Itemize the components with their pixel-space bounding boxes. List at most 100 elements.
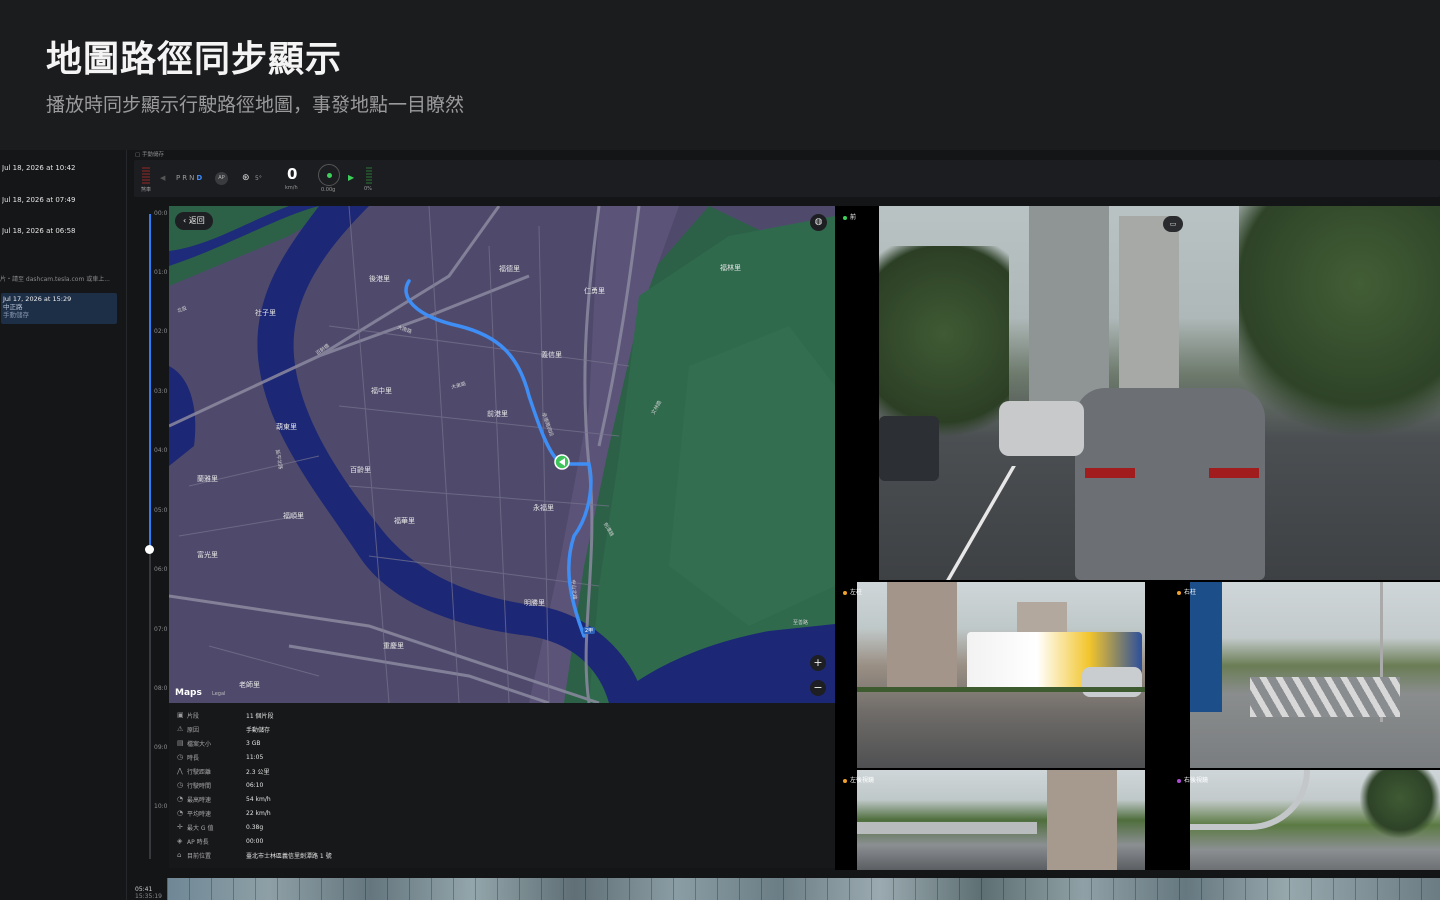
info-row: ◈ AP 時長 00:00 bbox=[177, 834, 263, 848]
map-place-label: 福林里 bbox=[720, 264, 741, 272]
building bbox=[887, 582, 957, 692]
right-pillar-text: 右柱 bbox=[1184, 589, 1197, 596]
event-sidebar: Jul 18, 2026 at 10:42 Jul 18, 2026 at 07… bbox=[0, 150, 127, 900]
tail-light bbox=[1085, 468, 1135, 478]
info-row: ◔ 最高時速 54 km/h bbox=[177, 792, 271, 806]
info-value: 3 GB bbox=[246, 739, 261, 747]
info-key: 時長 bbox=[187, 754, 200, 762]
sidebar-item-event[interactable]: Jul 18, 2026 at 06:58 bbox=[2, 227, 120, 235]
sidebar-item-active[interactable]: Jul 17, 2026 at 15:29 中正路 手動儲存 bbox=[1, 293, 117, 324]
back-button[interactable]: ‹ 返回 bbox=[175, 212, 213, 230]
info-value: 54 km/h bbox=[246, 795, 271, 803]
timeline-scrubber[interactable]: 00:0 01:0 02:0 03:0 04:0 05:0 06:0 07:0 … bbox=[130, 206, 170, 866]
info-row: ◷ 行駛時間 06:10 bbox=[177, 778, 263, 792]
right-repeater-camera-view[interactable] bbox=[1190, 770, 1440, 870]
zoom-in-button[interactable]: + bbox=[810, 655, 826, 671]
screen-icon[interactable]: ▭ bbox=[1163, 216, 1183, 232]
maps-logo-text: Maps bbox=[175, 688, 202, 698]
info-value: 手動儲存 bbox=[246, 726, 271, 734]
info-value: 0.38g bbox=[246, 823, 264, 831]
status-dot bbox=[1177, 590, 1181, 595]
info-value: 00:00 bbox=[246, 837, 264, 845]
tree bbox=[1360, 770, 1440, 840]
ap-icon: ◈ bbox=[177, 837, 183, 845]
timeline-tick: 05:0 bbox=[154, 507, 168, 514]
info-key: 原因 bbox=[187, 726, 200, 734]
thumbnail-filmstrip[interactable] bbox=[167, 878, 1440, 900]
right-pillar-camera-view[interactable] bbox=[1190, 582, 1440, 768]
right-repeater-label: 右後視鏡 bbox=[1177, 775, 1208, 784]
zoom-out-button[interactable]: − bbox=[810, 680, 826, 696]
sidebar-hint: 片・請至 dashcam.tesla.com 或車上... bbox=[0, 276, 110, 283]
info-key: 片段 bbox=[187, 712, 200, 720]
sign-pillar bbox=[1190, 582, 1222, 712]
event-info-panel: ▣ 片段 11 個片段 ⚠ 原因 手動儲存 ▤ 檔案大小 3 GB ◷ 時長 11:05 ⋀ 行駛… bbox=[169, 703, 835, 868]
sidebar-item-event[interactable]: Jul 18, 2026 at 07:49 bbox=[2, 196, 120, 204]
timeline-progress bbox=[149, 214, 151, 550]
info-key: 最大 G 值 bbox=[187, 824, 214, 832]
info-value: 11:05 bbox=[246, 753, 264, 761]
gforce-icon: ✛ bbox=[177, 823, 183, 831]
info-key: 目前位置 bbox=[187, 852, 212, 860]
legal-link[interactable]: Legal bbox=[212, 691, 225, 697]
map-place-label: 明勝里 bbox=[524, 599, 545, 607]
car-ahead bbox=[1075, 388, 1265, 580]
status-dot bbox=[1177, 778, 1181, 783]
route-map[interactable]: 福德里 福林里 後港里 仁勇里 社子里 義信里 福中里 前港里 葫東里 百齡里 … bbox=[169, 206, 835, 703]
app-window: Jul 18, 2026 at 10:42 Jul 18, 2026 at 07… bbox=[0, 150, 1440, 900]
sidebar-item-event[interactable]: Jul 18, 2026 at 10:42 bbox=[2, 164, 120, 172]
timeline-handle[interactable] bbox=[145, 545, 154, 555]
map-street-label: 至善路 bbox=[793, 620, 809, 626]
hero-title: 地圖路徑同步顯示 bbox=[46, 39, 343, 80]
active-event-date: Jul 17, 2026 at 15:29 bbox=[3, 295, 72, 303]
right-turn-signal-icon: ▶ bbox=[348, 173, 355, 182]
info-row: ⌂ 目前位置 臺北市士林區義信里劍潭路 1 號 bbox=[177, 848, 332, 862]
left-repeater-camera-view[interactable] bbox=[857, 770, 1145, 870]
road-shield: 2甲 bbox=[583, 627, 596, 634]
map-place-label: 百齡里 bbox=[350, 466, 371, 474]
steering-angle: 5° bbox=[255, 175, 262, 182]
map-place-label: 福德里 bbox=[499, 265, 520, 273]
hero-subtitle: 播放時同步顯示行駛路徑地圖，事發地點一目瞭然 bbox=[46, 94, 465, 116]
active-event-location: 中正路 bbox=[3, 303, 23, 311]
map-place-label: 福中里 bbox=[371, 387, 392, 395]
white-car bbox=[999, 401, 1084, 456]
timeline-tick: 10:0 bbox=[154, 803, 168, 810]
front-camera-view[interactable] bbox=[879, 206, 1440, 580]
status-dot bbox=[843, 590, 847, 595]
building bbox=[1029, 206, 1109, 406]
left-pillar-camera-view[interactable] bbox=[857, 582, 1145, 768]
gear-selector: PRND bbox=[176, 174, 204, 182]
speed-unit: km/h bbox=[285, 185, 298, 191]
timeline-tick: 09:0 bbox=[154, 744, 168, 751]
info-key: 檔案大小 bbox=[187, 740, 212, 748]
white-car bbox=[1082, 667, 1142, 697]
map-place-label: 後港里 bbox=[369, 275, 390, 283]
map-place-label: 福順里 bbox=[283, 512, 304, 520]
map-place-label: 社子里 bbox=[255, 309, 276, 317]
map-place-label: 福華里 bbox=[394, 517, 415, 525]
clock-time: 15:35:19 bbox=[135, 893, 162, 900]
info-value: 臺北市士林區義信里劍潭路 1 號 bbox=[246, 852, 332, 860]
info-value: 22 km/h bbox=[246, 809, 271, 817]
right-pillar-label: 右柱 bbox=[1177, 587, 1196, 596]
elapsed-time: 05:41 bbox=[135, 886, 153, 893]
crosswalk bbox=[1250, 677, 1400, 717]
map-place-label: 仁勇里 bbox=[584, 287, 605, 295]
map-place-label: 老師里 bbox=[239, 681, 260, 689]
timeline-tick: 07:0 bbox=[154, 626, 168, 633]
steering-wheel-icon: ⊛ bbox=[242, 173, 250, 183]
info-key: 行駛距離 bbox=[187, 768, 212, 776]
clips-icon: ▣ bbox=[177, 711, 184, 719]
timeline-tick: 01:0 bbox=[154, 269, 168, 276]
brake-label: 煞車 bbox=[141, 187, 152, 193]
event-type-text: 手動儲存 bbox=[141, 152, 164, 158]
tail-light bbox=[1209, 468, 1259, 478]
speed-value: 0 bbox=[287, 165, 298, 183]
distance-icon: ⋀ bbox=[177, 767, 183, 775]
active-event-reason: 手動儲存 bbox=[3, 311, 29, 319]
reason-icon: ⚠ bbox=[177, 725, 184, 733]
globe-icon[interactable]: ◍ bbox=[810, 214, 827, 231]
timeline-tick: 06:0 bbox=[154, 566, 168, 573]
info-row: ✛ 最大 G 值 0.38g bbox=[177, 820, 263, 834]
